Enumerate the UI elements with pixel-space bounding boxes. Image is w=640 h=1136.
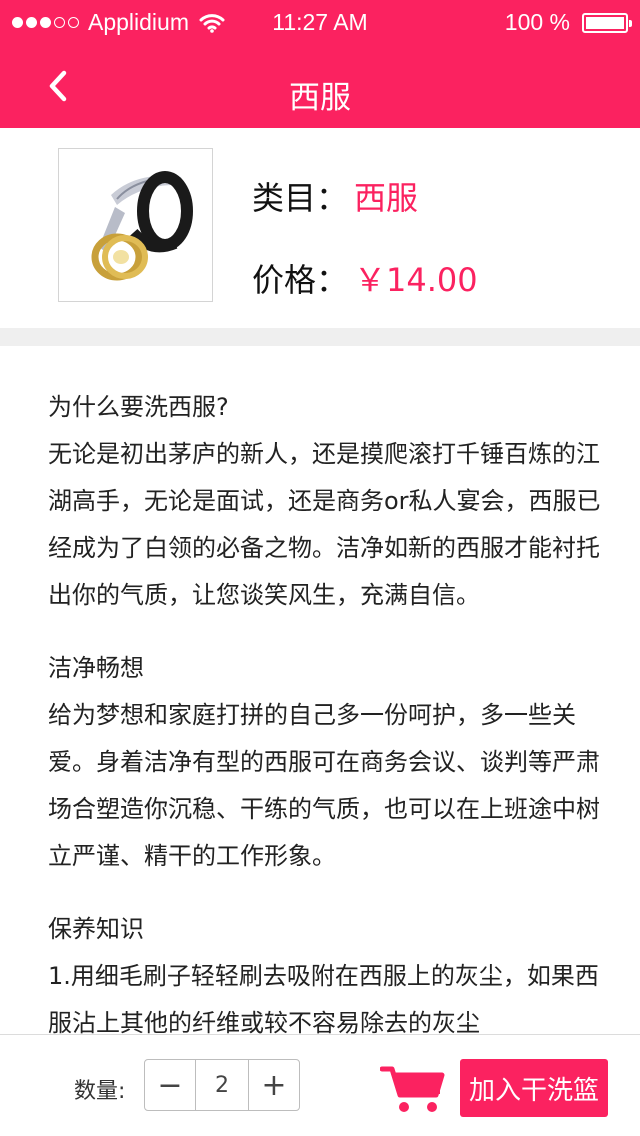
battery-icon: [582, 12, 632, 33]
status-right: 100 %: [504, 9, 632, 36]
page-title: 西服: [289, 80, 351, 116]
quantity-stepper: − 2 +: [144, 1059, 300, 1111]
section-heading: 保养知识: [48, 915, 144, 943]
nav-bar: 西服: [0, 44, 640, 128]
content-section: 为什么要洗西服? 无论是初出茅庐的新人，还是摸爬滚打千锤百炼的江湖高手，无论是面…: [48, 384, 608, 619]
price-row: 价格： ￥14.00: [252, 255, 478, 301]
belt-image: [91, 171, 193, 281]
section-divider: [0, 328, 640, 346]
section-body: 给为梦想和家庭打拼的自己多一份呵护，多一些关爱。身着洁净有型的西服可在商务会议、…: [48, 701, 600, 870]
content-section: 洁净畅想 给为梦想和家庭打拼的自己多一份呵护，多一些关爱。身着洁净有型的西服可在…: [48, 645, 608, 880]
category-value: 西服: [354, 179, 419, 217]
quantity-value[interactable]: 2: [195, 1060, 249, 1110]
description-content: 为什么要洗西服? 无论是初出茅庐的新人，还是摸爬滚打千锤百炼的江湖高手，无论是面…: [48, 384, 608, 1034]
section-heading: 为什么要洗西服?: [48, 393, 229, 421]
cart-icon[interactable]: [380, 1063, 446, 1115]
bottom-bar: 数量: − 2 + 加入干洗篮: [0, 1034, 640, 1136]
product-summary: 类目： 西服 价格： ￥14.00: [0, 128, 640, 328]
battery-percent: 100 %: [504, 9, 570, 35]
decrement-button[interactable]: −: [145, 1060, 195, 1110]
price-label: 价格：: [252, 261, 349, 299]
section-heading: 洁净畅想: [48, 654, 144, 682]
section-body: 1.用细毛刷子轻轻刷去吸附在西服上的灰尘，如果西服沾上其他的纤维或较不容易除去的…: [48, 962, 599, 1034]
increment-button[interactable]: +: [249, 1060, 299, 1110]
add-to-basket-button[interactable]: 加入干洗篮: [460, 1059, 608, 1117]
status-bar: Applidium 11:27 AM 100 %: [0, 0, 640, 44]
category-row: 类目： 西服: [252, 173, 418, 219]
content-section: 保养知识 1.用细毛刷子轻轻刷去吸附在西服上的灰尘，如果西服沾上其他的纤维或较不…: [48, 906, 608, 1034]
category-label: 类目：: [252, 179, 349, 217]
price-value: ￥14.00: [354, 261, 478, 299]
section-body: 无论是初出茅庐的新人，还是摸爬滚打千锤百炼的江湖高手，无论是面试，还是商务or私…: [48, 440, 601, 609]
quantity-label: 数量:: [74, 1079, 126, 1104]
product-image: [58, 148, 213, 302]
